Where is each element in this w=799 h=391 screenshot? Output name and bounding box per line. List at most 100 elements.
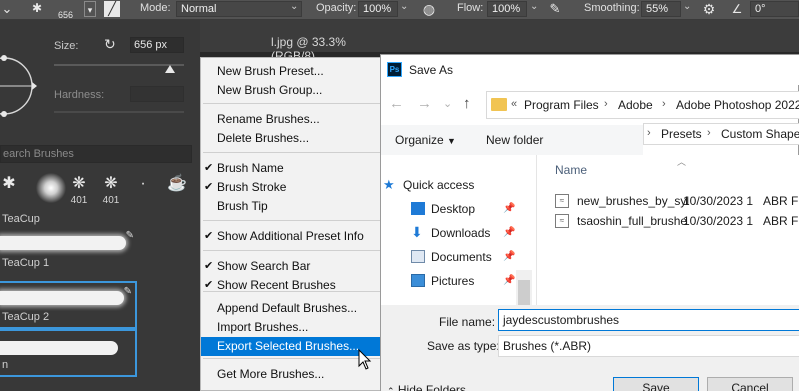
soft-round-brush-icon[interactable] xyxy=(36,173,66,203)
menu-item[interactable]: ✔ Brush Name xyxy=(201,159,380,178)
up-arrow-icon[interactable]: ↑ xyxy=(463,95,471,112)
pictures-icon xyxy=(411,274,425,287)
chevron-down-icon[interactable]: ⌄ xyxy=(400,1,408,12)
chevron-right-icon[interactable]: › xyxy=(604,98,608,110)
overflow-chevron-icon[interactable]: « xyxy=(511,98,517,110)
pin-icon[interactable]: 📌 xyxy=(503,247,515,267)
menu-item[interactable]: Get More Brushes... xyxy=(201,365,380,384)
brush-options-caret-icon[interactable]: ⌄ xyxy=(0,1,14,17)
brush-settings-toggle-icon[interactable]: ╱ xyxy=(104,1,120,17)
brush-stroke-preview xyxy=(0,291,124,305)
save-button[interactable]: Save xyxy=(613,377,699,391)
menu-item[interactable]: ✔ Show Additional Preset Info xyxy=(201,227,380,246)
column-header-name[interactable]: Name xyxy=(555,163,587,177)
chevron-right-icon[interactable]: › xyxy=(662,98,666,110)
menu-item[interactable]: ✔ Show Recent Brushes xyxy=(201,276,380,295)
brush-preset-item[interactable]: ✎ TeaCup 1 xyxy=(0,227,137,275)
recent-brush[interactable]: ✱ xyxy=(0,173,24,209)
brush-angle-roundness-widget[interactable] xyxy=(0,36,40,136)
nav-item-documents[interactable]: Documents 📌 xyxy=(411,247,515,267)
menu-item-label: Brush Tip xyxy=(217,199,268,213)
cancel-button[interactable]: Cancel xyxy=(707,377,793,391)
checkmark-icon: ✔ xyxy=(204,230,214,242)
flow-field[interactable]: 100% xyxy=(487,1,527,17)
size-label: Size: xyxy=(54,40,79,52)
menu-item[interactable]: Export Selected Brushes... xyxy=(201,337,380,356)
size-slider-thumb[interactable] xyxy=(165,65,175,73)
recent-brush[interactable]: · xyxy=(128,173,158,209)
chevron-right-icon[interactable]: › xyxy=(647,127,651,139)
menu-item[interactable]: ✔ Show Search Bar xyxy=(201,257,380,276)
breadcrumb-item[interactable]: Program Files xyxy=(524,98,599,112)
gear-icon[interactable]: ⚙ xyxy=(700,1,718,17)
save-as-type-select[interactable]: Brushes (*.ABR) xyxy=(498,335,799,357)
menu-item-label: Append Default Brushes... xyxy=(217,301,358,315)
new-folder-button[interactable]: New folder xyxy=(486,133,543,147)
breadcrumb-item[interactable]: Custom Shapes xyxy=(721,127,799,141)
brush-preset-item-selected[interactable]: n xyxy=(0,329,137,377)
mode-label: Mode: xyxy=(140,2,171,14)
nav-item-desktop[interactable]: Desktop 📌 xyxy=(411,199,515,219)
checkmark-icon: ✔ xyxy=(204,181,214,193)
search-brushes-input[interactable]: earch Brushes xyxy=(0,145,192,163)
menu-item[interactable]: Append Default Brushes... xyxy=(201,299,380,318)
angle-field[interactable]: 0° xyxy=(750,1,799,17)
recent-brush[interactable]: ❋ 401 xyxy=(64,173,94,209)
breadcrumb-item[interactable]: Presets xyxy=(661,127,702,141)
forward-arrow-icon[interactable]: → xyxy=(417,95,432,112)
file-name-input[interactable]: jaydescustombrushes xyxy=(498,309,799,331)
nav-item-label: Desktop xyxy=(431,202,476,216)
mode-select[interactable]: Normal xyxy=(176,1,302,17)
chevron-down-icon[interactable]: ⌄ xyxy=(683,1,691,12)
back-arrow-icon[interactable]: ← xyxy=(389,95,404,112)
breadcrumb-item[interactable]: Adobe Photoshop 2022 xyxy=(676,98,799,112)
nav-item-quick-access[interactable]: ★ Quick access xyxy=(383,175,474,195)
document-tab[interactable]: l.jpg @ 33.3% (RGB/8) xyxy=(271,31,391,63)
menu-item-label: Get More Brushes... xyxy=(217,367,325,381)
recent-brush[interactable]: ☕ xyxy=(162,173,192,209)
hide-folders-toggle[interactable]: ⌃ Hide Folders xyxy=(387,383,466,391)
mouse-cursor-icon xyxy=(358,349,372,370)
address-bar[interactable]: « Program Files › Adobe › Adobe Photosho… xyxy=(486,91,799,119)
smoothing-field[interactable]: 55% xyxy=(641,1,681,17)
nav-item-pictures[interactable]: Pictures 📌 xyxy=(411,271,515,291)
menu-item[interactable]: New Brush Group... xyxy=(201,81,380,100)
caret-down-icon[interactable]: ▾ xyxy=(84,1,96,17)
opacity-field[interactable]: 100% xyxy=(358,1,398,17)
menu-item[interactable]: Import Brushes... xyxy=(201,318,380,337)
size-field[interactable]: 656 px xyxy=(130,37,184,53)
hardness-field[interactable] xyxy=(130,86,184,102)
brush-preview-icon[interactable]: ✱ xyxy=(30,0,44,16)
brush-preset-item-selected[interactable]: ✎ TeaCup 2 xyxy=(0,281,137,329)
save-as-dialog: Ps Save As ← → ⌄ ↑ « Program Files › Ado… xyxy=(380,54,799,391)
dialog-footer: File name: jaydescustombrushes Save as t… xyxy=(381,305,799,391)
chevron-right-icon[interactable]: › xyxy=(707,127,711,139)
menu-item-label: Brush Name xyxy=(217,161,284,175)
file-row[interactable]: ≈ tsaoshin_full_brushe 10/30/2023 1 ABR … xyxy=(555,211,799,231)
recent-brush[interactable]: ❋ 401 xyxy=(96,173,126,209)
teacup-brush-icon: ☕ xyxy=(167,175,187,192)
menu-item[interactable]: Brush Tip xyxy=(201,197,380,216)
menu-item[interactable]: ✔ Brush Stroke xyxy=(201,178,380,197)
pin-icon[interactable]: 📌 xyxy=(503,271,515,291)
menu-item[interactable]: Delete Brushes... xyxy=(201,129,380,148)
menu-item[interactable]: New Brush Preset... xyxy=(201,62,380,81)
checkmark-icon: ✔ xyxy=(204,162,214,174)
breadcrumb-item[interactable]: Adobe xyxy=(618,98,653,112)
angle-icon: ∠ xyxy=(731,2,743,16)
nav-item-downloads[interactable]: ⬇ Downloads 📌 xyxy=(411,223,515,243)
hardness-slider-track[interactable] xyxy=(54,111,184,113)
chevron-down-icon[interactable]: ⌄ xyxy=(530,1,538,12)
pin-icon[interactable]: 📌 xyxy=(503,199,515,219)
pressure-opacity-icon[interactable]: ◍ xyxy=(420,1,438,17)
menu-item[interactable]: Rename Brushes... xyxy=(201,110,380,129)
chevron-down-icon[interactable]: ⌄ xyxy=(443,97,452,110)
screen: ⌄ ✱ 656 ▾ ╱ Mode: Normal ⌄ Opacity: 100%… xyxy=(0,0,799,391)
file-row[interactable]: ≈ new_brushes_by_syl 10/30/2023 1 ABR Fi… xyxy=(555,191,799,211)
airbrush-icon[interactable]: ✎ xyxy=(546,1,564,17)
pin-icon[interactable]: 📌 xyxy=(503,223,515,243)
reset-icon[interactable]: ↻ xyxy=(104,36,116,53)
brushes-panel: Size: ↻ 656 px Hardness: earch Brushes ✱… xyxy=(0,20,200,391)
organize-button[interactable]: Organize ▼ xyxy=(395,133,456,147)
brush-group-label: TeaCup xyxy=(2,213,40,225)
